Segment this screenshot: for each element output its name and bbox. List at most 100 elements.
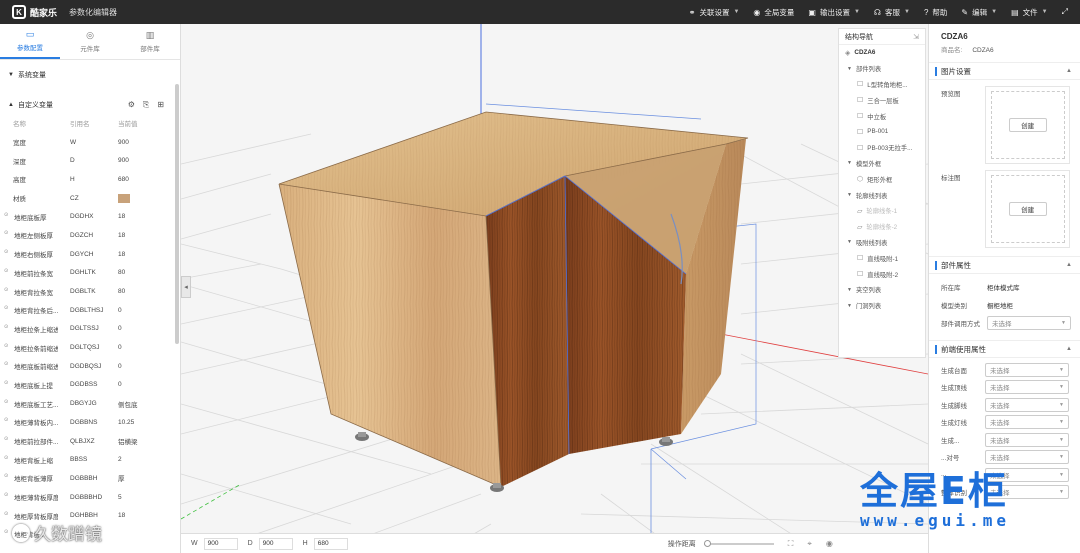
var-value[interactable]: 侧包底 [106, 399, 166, 409]
part-properties-section[interactable]: 部件属性 ▲ [929, 256, 1080, 274]
distance-slider[interactable] [703, 539, 774, 547]
var-value[interactable]: 厚 [106, 473, 166, 483]
table-row[interactable]: 地柜拉条上缩进 DGLTSSJ 0 [0, 320, 180, 339]
var-value[interactable]: 0 [106, 344, 166, 351]
table-row[interactable]: 高度 H 680 [0, 170, 180, 189]
caret-down-icon[interactable]: ▼ [847, 192, 852, 198]
table-row[interactable]: 地柜背拉条后... DGBLTHSJ0 [0, 301, 180, 320]
menu-output-settings[interactable]: ▣ 输出设置 ▼ [808, 7, 860, 18]
tree-group[interactable]: ▼ 部件列表 [839, 61, 925, 77]
menu-edit[interactable]: ✎ 编辑 ▼ [961, 7, 997, 18]
field-select[interactable]: 未选择 ▼ [985, 397, 1069, 412]
add-icon[interactable]: ⊞ [157, 100, 164, 110]
var-value[interactable]: 铝横梁 [106, 436, 166, 446]
var-value[interactable]: 18 [106, 213, 166, 220]
tree-node[interactable]: ☐ PB-001 [839, 124, 925, 140]
var-value[interactable]: 0 [106, 363, 166, 370]
table-row[interactable]: 地柜前拉条宽 DGHLTK 80 [0, 264, 180, 283]
caret-down-icon[interactable]: ▼ [847, 239, 852, 245]
tree-group[interactable]: ▼ 轮廓线列表 [839, 187, 925, 203]
tree-node[interactable]: ☐ 直线吸附-2 [839, 266, 925, 282]
height-input[interactable]: 680 [313, 537, 348, 550]
field-select[interactable]: 未选择 ▼ [985, 432, 1069, 447]
table-row[interactable]: 地柜右侧板厚 DGYCH 18 [0, 245, 180, 264]
field-select[interactable]: 未选择 ▼ [985, 415, 1069, 430]
pin-icon[interactable]: ⇲ [913, 33, 919, 41]
var-value[interactable]: 0 [106, 381, 166, 388]
tree-group[interactable]: ▼ 模型外框 [839, 156, 925, 172]
image-settings-section[interactable]: 图片设置 ▲ [929, 62, 1080, 80]
table-row[interactable]: 地柜背板上缩 BBSS 2 [0, 450, 180, 469]
3d-viewport[interactable] [181, 24, 928, 553]
table-row[interactable]: 地柜背板薄厚 DGBBBH 厚 [0, 469, 180, 488]
menu-file[interactable]: ▤ 文件 ▼ [1011, 7, 1048, 18]
tree-node[interactable]: ☐ PB-003无拉手... [839, 140, 925, 156]
import-icon[interactable]: ⎘ [143, 100, 149, 110]
var-value[interactable]: 18 [106, 232, 166, 239]
depth-input[interactable]: 900 [258, 537, 293, 550]
field-select[interactable]: 未选择 ▼ [985, 380, 1069, 395]
menu-support[interactable]: ☊ 客服 ▼ [874, 7, 910, 18]
table-row[interactable]: 宽度 W 900 [0, 133, 180, 152]
fit-view-icon[interactable]: ⛶ [788, 539, 794, 549]
var-value[interactable] [106, 193, 166, 203]
var-value[interactable]: 900 [106, 139, 166, 146]
menu-link-settings[interactable]: ⚭ 关联设置 ▼ [689, 7, 740, 18]
tree-node[interactable]: ▱ 轮廓线条-1 [839, 203, 925, 219]
system-vars-toggle[interactable]: ▼ 系统变量 [0, 66, 180, 84]
tree-node[interactable]: ☐ L型转角地柜... [839, 77, 925, 93]
table-row[interactable]: 地柜底板前缩进 DGDBQSJ 0 [0, 357, 180, 376]
table-row[interactable]: 地柜拉条前缩进 DGLTQSJ 0 [0, 338, 180, 357]
var-value[interactable]: 80 [106, 269, 166, 276]
scrollbar[interactable] [175, 84, 179, 344]
var-value[interactable]: 900 [106, 157, 166, 164]
var-value[interactable]: 5 [106, 494, 166, 501]
table-row[interactable]: 地柜前拉部件... QLBJXZ 铝横梁 [0, 432, 180, 451]
caret-down-icon[interactable]: ▼ [847, 287, 852, 293]
table-row[interactable]: 地柜底板上提 DGDBSS 0 [0, 376, 180, 395]
field-select[interactable]: 未选择 ▼ [985, 362, 1069, 377]
menu-help[interactable]: ? 帮助 [924, 7, 947, 18]
zoom-icon[interactable]: ⌖ [807, 539, 812, 549]
collapse-left-button[interactable]: ◂ [181, 276, 191, 298]
tree-group[interactable]: ▼ 吸附线列表 [839, 235, 925, 251]
table-row[interactable]: 地柜薄背板内... DGBBNS 10.25 [0, 413, 180, 432]
caret-down-icon[interactable]: ▼ [847, 160, 852, 166]
var-value[interactable]: 10.25 [106, 419, 166, 426]
var-value[interactable]: 18 [106, 512, 166, 519]
var-value[interactable]: 18 [106, 251, 166, 258]
gear-icon[interactable]: ⚙ [128, 100, 135, 110]
table-row[interactable]: 深度 D 900 [0, 151, 180, 170]
menu-global-vars[interactable]: ◉ 全局变量 [753, 7, 794, 18]
tree-node[interactable]: ▱ 轮廓线条-2 [839, 219, 925, 235]
tree-node[interactable]: ☐ 直线吸附-1 [839, 250, 925, 266]
create-preview-button[interactable]: 创建 [1008, 118, 1047, 132]
table-row[interactable]: 地柜底板工艺... DBGYJG 侧包底 [0, 394, 180, 413]
var-value[interactable]: 680 [106, 176, 166, 183]
caret-down-icon[interactable]: ▼ [847, 303, 852, 309]
var-value[interactable]: 0 [106, 307, 166, 314]
width-input[interactable]: 900 [203, 537, 238, 550]
fullscreen-button[interactable]: ⤢ [1062, 7, 1072, 17]
tab-parts[interactable]: ▥ 部件库 [120, 24, 180, 59]
table-row[interactable]: 地柜底板厚 DGDHX 18 [0, 207, 180, 226]
tree-node[interactable]: ☐ 三合一层板 [839, 92, 925, 108]
create-annotation-button[interactable]: 创建 [1008, 202, 1047, 216]
frontend-properties-section[interactable]: 前端使用属性 ▲ [929, 340, 1080, 358]
tree-group[interactable]: ▼ 夹空列表 [839, 282, 925, 298]
tab-params[interactable]: ▭ 参数配置 [0, 24, 60, 59]
caret-up-icon[interactable]: ▲ [8, 102, 14, 108]
var-value[interactable]: 2 [106, 456, 166, 463]
material-swatch[interactable] [118, 193, 130, 203]
app-logo[interactable]: K 酷家乐 [12, 5, 57, 19]
tree-node[interactable]: ⬡ 矩形外框 [839, 171, 925, 187]
reference-select[interactable]: 未选择 ▼ [987, 316, 1071, 330]
tree-group[interactable]: ▼ 门洞列表 [839, 298, 925, 314]
table-row[interactable]: 地柜左侧板厚 DGZCH 18 [0, 226, 180, 245]
eye-icon[interactable]: ◉ [826, 539, 833, 548]
tree-node[interactable]: ☐ 中立板 [839, 108, 925, 124]
slider-handle[interactable] [703, 539, 711, 547]
caret-down-icon[interactable]: ▼ [847, 66, 852, 72]
scene-canvas[interactable] [181, 24, 928, 553]
tab-components[interactable]: ◎ 元件库 [60, 24, 120, 59]
